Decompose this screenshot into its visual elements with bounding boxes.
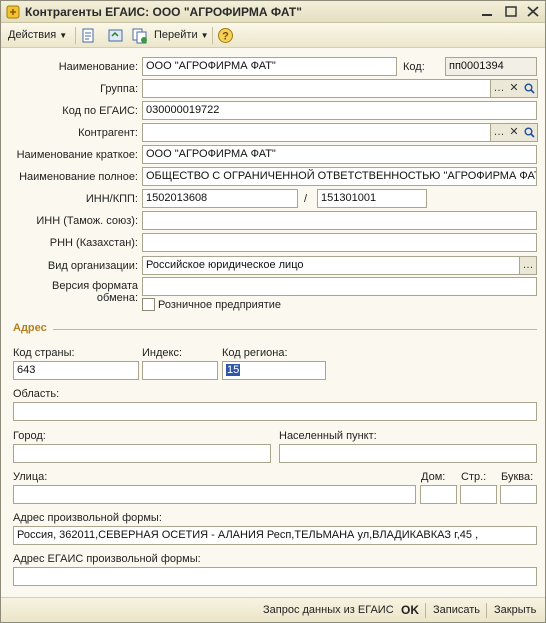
locality-label: Населенный пункт: <box>279 430 377 442</box>
ok-button[interactable]: OK <box>401 603 419 618</box>
footer-separator <box>486 603 487 618</box>
region-code-label: Код региона: <box>222 347 288 359</box>
org-type-field[interactable]: Российское юридическое лицо <box>142 256 520 275</box>
house-label: Дом: <box>421 471 446 483</box>
kpp-separator: / <box>304 193 308 205</box>
locality-field[interactable] <box>279 444 537 463</box>
magnifier-icon[interactable] <box>521 123 538 142</box>
format-version-field[interactable] <box>142 277 537 296</box>
free-form-address-field[interactable]: Россия, 362011,СЕВЕРНАЯ ОСЕТИЯ - АЛАНИЯ … <box>13 526 537 545</box>
minimize-icon[interactable] <box>479 4 495 19</box>
counterparty-label: Контрагент: <box>78 127 138 139</box>
index-label: Индекс: <box>142 347 183 359</box>
street-field[interactable] <box>13 485 416 504</box>
name-label: Наименование: <box>58 61 138 73</box>
request-egais-data-button[interactable]: Запрос данных из ЕГАИС <box>263 603 394 618</box>
inn-field[interactable]: 1502013608 <box>142 189 298 208</box>
counterparty-field[interactable] <box>142 123 491 142</box>
region-field[interactable] <box>13 402 537 421</box>
region-code-value: 15 <box>226 364 241 376</box>
window-title: Контрагенты ЕГАИС: ООО "АГРОФИРМА ФАТ" <box>25 5 302 19</box>
code-field[interactable]: пп0001394 <box>445 57 537 76</box>
free-form-address-label: Адрес произвольной формы: <box>13 512 162 524</box>
ellipsis-icon[interactable]: … <box>520 256 537 275</box>
counterparty-form-window: Контрагенты ЕГАИС: ООО "АГРОФИРМА ФАТ" Д… <box>0 0 546 623</box>
index-field[interactable] <box>142 361 218 380</box>
short-name-field[interactable]: ООО "АГРОФИРМА ФАТ" <box>142 145 537 164</box>
section-divider <box>53 329 537 330</box>
toolbar-separator <box>212 27 213 44</box>
structure-icon[interactable] <box>107 27 124 44</box>
egais-free-form-address-label: Адрес ЕГАИС произвольной формы: <box>13 553 201 565</box>
app-icon <box>6 5 20 19</box>
egais-code-label: Код по ЕГАИС: <box>62 105 138 117</box>
region-code-field[interactable]: 15 <box>222 361 326 380</box>
actions-menu[interactable]: Действия ▼ <box>8 27 67 44</box>
address-section-title: Адрес <box>13 322 47 334</box>
help-icon[interactable]: ? <box>217 27 234 44</box>
toolbar-separator <box>75 27 76 44</box>
street-label: Улица: <box>13 471 48 483</box>
region-label: Область: <box>13 388 60 400</box>
city-label: Город: <box>13 430 46 442</box>
short-name-label: Наименование краткое: <box>16 149 138 161</box>
group-field[interactable] <box>142 79 491 98</box>
save-button[interactable]: Записать <box>433 603 480 618</box>
kpp-field[interactable]: 151301001 <box>317 189 427 208</box>
country-code-field[interactable]: 643 <box>13 361 139 380</box>
format-version-label-line2: обмена: <box>96 292 138 304</box>
group-label: Группа: <box>100 83 138 95</box>
building-field[interactable] <box>460 485 497 504</box>
egais-free-form-address-field[interactable] <box>13 567 537 586</box>
footer-separator <box>425 603 426 618</box>
name-field[interactable]: ООО "АГРОФИРМА ФАТ" <box>142 57 397 76</box>
inn-kpp-label: ИНН/КПП: <box>85 193 138 205</box>
letter-field[interactable] <box>500 485 537 504</box>
rnn-field[interactable] <box>142 233 537 252</box>
retail-label: Розничное предприятие <box>158 299 282 311</box>
city-field[interactable] <box>13 444 271 463</box>
inn-customs-field[interactable] <box>142 211 537 230</box>
letter-label: Буква: <box>501 471 534 483</box>
goto-menu[interactable]: Перейти ▼ <box>154 27 209 44</box>
post-document-icon[interactable] <box>80 27 97 44</box>
retail-checkbox[interactable] <box>142 298 155 311</box>
house-field[interactable] <box>420 485 457 504</box>
close-icon[interactable] <box>525 4 541 19</box>
rnn-label: РНН (Казахстан): <box>49 237 138 249</box>
full-name-label: Наименование полное: <box>19 171 138 183</box>
building-label: Стр.: <box>461 471 487 483</box>
code-label: Код: <box>403 61 425 73</box>
full-name-field[interactable]: ОБЩЕСТВО С ОГРАНИЧЕННОЙ ОТВЕТСТВЕННОСТЬЮ… <box>142 167 537 186</box>
org-type-label: Вид организации: <box>47 260 138 272</box>
toolbar: Действия ▼ Перейти ▼ ? <box>1 23 545 48</box>
copy-icon[interactable] <box>131 27 148 44</box>
svg-text:?: ? <box>222 31 229 43</box>
inn-customs-label: ИНН (Тамож. союз): <box>36 215 138 227</box>
title-bar: Контрагенты ЕГАИС: ООО "АГРОФИРМА ФАТ" <box>1 1 545 23</box>
egais-code-field[interactable]: 030000019722 <box>142 101 537 120</box>
maximize-icon[interactable] <box>503 4 519 19</box>
magnifier-icon[interactable] <box>521 79 538 98</box>
country-code-label: Код страны: <box>13 347 75 359</box>
close-button[interactable]: Закрыть <box>494 603 536 618</box>
footer-bar: Запрос данных из ЕГАИС OK Записать Закры… <box>1 597 545 622</box>
